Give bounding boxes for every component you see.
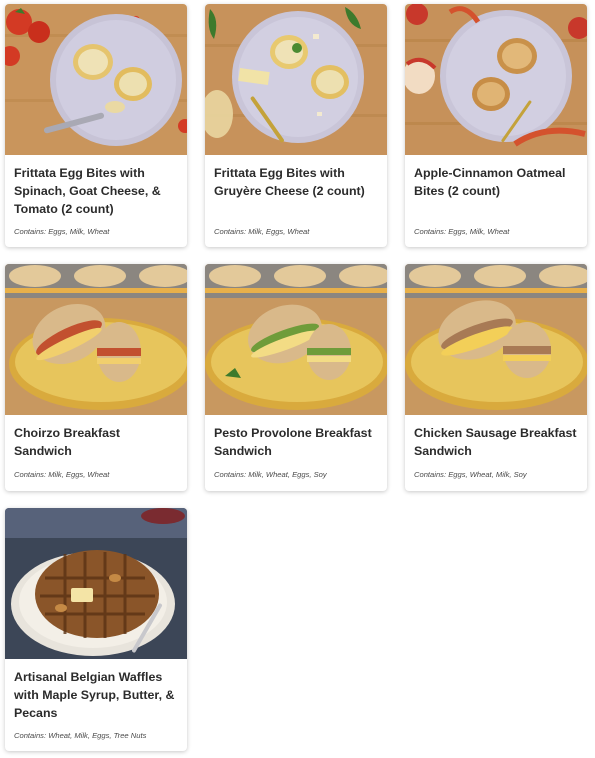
product-card-frittata-spinach[interactable]: Frittata Egg Bites with Spinach, Goat Ch…: [5, 4, 187, 247]
allergen-info: Contains: Eggs, Milk, Wheat: [14, 227, 110, 236]
product-card-frittata-gruyere[interactable]: Frittata Egg Bites with Gruyère Cheese (…: [205, 4, 387, 247]
product-card-chorizo-sandwich[interactable]: Choirzo Breakfast Sandwich Contains: Mil…: [5, 264, 187, 491]
product-title[interactable]: Frittata Egg Bites with Spinach, Goat Ch…: [14, 164, 180, 218]
waffles-photo: [5, 508, 187, 659]
product-title[interactable]: Artisanal Belgian Waffles with Maple Syr…: [14, 668, 180, 722]
sandwich-photo: [5, 264, 187, 415]
product-title[interactable]: Choirzo Breakfast Sandwich: [14, 424, 180, 460]
allergen-info: Contains: Eggs, Wheat, Milk, Soy: [414, 470, 527, 479]
allergen-info: Contains: Eggs, Milk, Wheat: [414, 227, 510, 236]
product-card-pesto-sandwich[interactable]: Pesto Provolone Breakfast Sandwich Conta…: [205, 264, 387, 491]
egg-bites-photo: [205, 4, 387, 155]
sandwich-photo: [205, 264, 387, 415]
product-card-chicken-sausage-sandwich[interactable]: Chicken Sausage Breakfast Sandwich Conta…: [405, 264, 587, 491]
allergen-info: Contains: Milk, Eggs, Wheat: [214, 227, 310, 236]
allergen-info: Contains: Wheat, Milk, Eggs, Tree Nuts: [14, 731, 147, 740]
product-title[interactable]: Frittata Egg Bites with Gruyère Cheese (…: [214, 164, 380, 200]
oatmeal-bites-photo: [405, 4, 587, 155]
product-card-belgian-waffles[interactable]: Artisanal Belgian Waffles with Maple Syr…: [5, 508, 187, 751]
egg-bites-photo: [5, 4, 187, 155]
product-title[interactable]: Pesto Provolone Breakfast Sandwich: [214, 424, 380, 460]
sandwich-photo: [405, 264, 587, 415]
product-title[interactable]: Apple-Cinnamon Oatmeal Bites (2 count): [414, 164, 580, 200]
product-title[interactable]: Chicken Sausage Breakfast Sandwich: [414, 424, 580, 460]
product-card-apple-cinnamon[interactable]: Apple-Cinnamon Oatmeal Bites (2 count) C…: [405, 4, 587, 247]
allergen-info: Contains: Milk, Eggs, Wheat: [14, 470, 110, 479]
allergen-info: Contains: Milk, Wheat, Eggs, Soy: [214, 470, 327, 479]
